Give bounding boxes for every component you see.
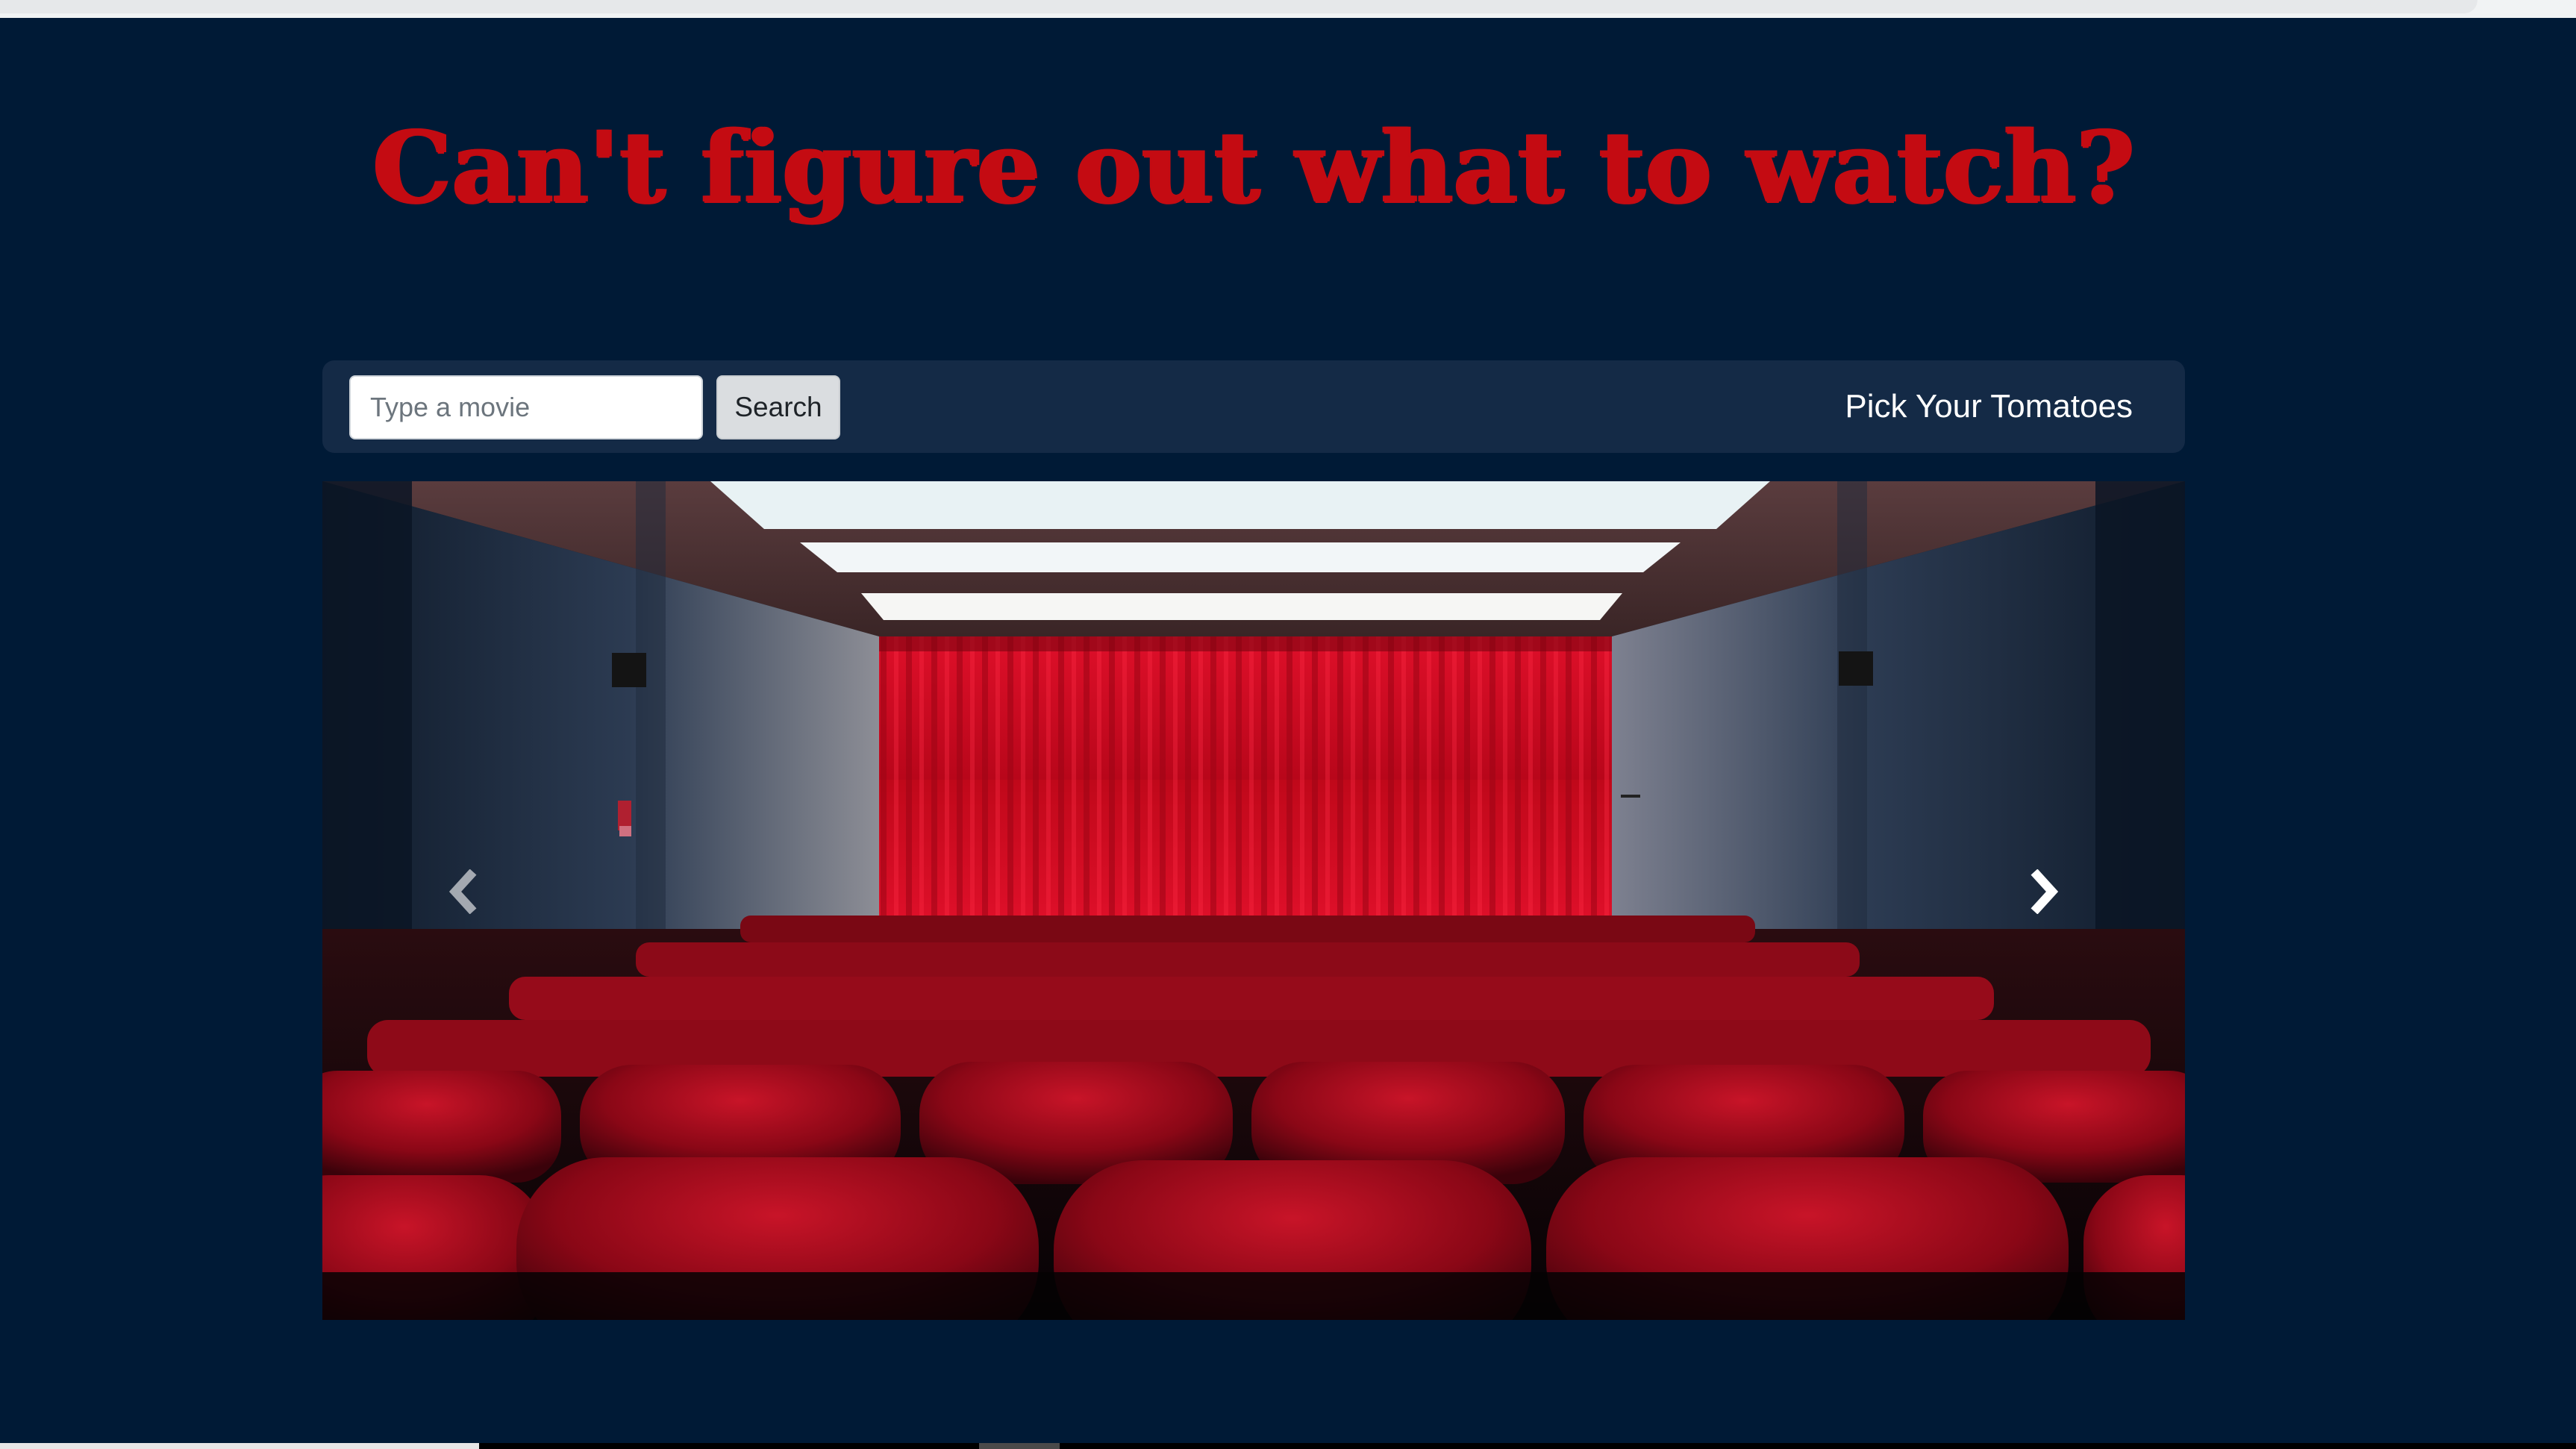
bottom-strip-light bbox=[0, 1443, 479, 1449]
chevron-right-icon bbox=[2031, 869, 2059, 914]
brand-link[interactable]: Pick Your Tomatoes bbox=[1845, 360, 2133, 453]
page-title: Can't figure out what to watch? bbox=[372, 110, 2135, 225]
carousel-next-button[interactable] bbox=[2000, 832, 2089, 951]
bottom-scroll-strip bbox=[0, 1443, 2576, 1449]
search-input[interactable] bbox=[349, 375, 703, 439]
carousel bbox=[322, 481, 2185, 1320]
browser-top-strip bbox=[0, 0, 2576, 18]
browser-top-strip-inner bbox=[0, 0, 2477, 13]
navbar: Search Pick Your Tomatoes bbox=[322, 360, 2185, 453]
carousel-slide-image bbox=[322, 481, 2185, 1320]
search-button[interactable]: Search bbox=[716, 375, 840, 439]
carousel-prev-button[interactable] bbox=[418, 832, 507, 951]
page: Can't figure out what to watch? Search P… bbox=[0, 0, 2576, 1449]
chevron-left-icon bbox=[448, 869, 477, 914]
horizontal-scrollbar-thumb[interactable] bbox=[979, 1443, 1060, 1449]
